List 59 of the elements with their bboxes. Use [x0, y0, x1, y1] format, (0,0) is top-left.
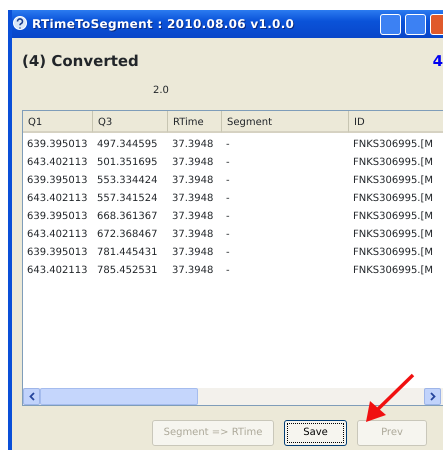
table-cell-text: - — [225, 156, 231, 170]
chevron-left-icon — [28, 392, 34, 400]
horizontal-scrollbar[interactable] — [23, 388, 443, 404]
column-header[interactable]: Segment — [222, 110, 349, 132]
table-cell-text: - — [225, 174, 231, 188]
chevron-right-icon — [430, 392, 436, 400]
minimize-button[interactable] — [380, 14, 401, 34]
table-cell-text: FNKS306995.[M — [352, 174, 434, 188]
table-cell-text: 785.452531 — [96, 264, 158, 278]
column-header[interactable]: Q1 — [23, 110, 93, 132]
table-cell-text: FNKS306995.[M — [352, 192, 434, 206]
table-cell-text: - — [225, 246, 231, 260]
scroll-left-button[interactable] — [23, 388, 40, 404]
table-cell-text: - — [225, 138, 231, 152]
table-cell-text: 643.402113 — [26, 156, 88, 170]
window-title: RTimeToSegment : 2010.08.06 v1.0.0 — [32, 16, 294, 33]
scroll-right-button[interactable] — [424, 388, 441, 404]
table-cell-text: 37.3948 — [171, 174, 214, 188]
scrollbar-thumb[interactable] — [40, 388, 198, 404]
table-cell-text: 37.3948 — [171, 228, 214, 242]
table-cell-text: 639.395013 — [26, 246, 88, 260]
column-header[interactable]: RTime — [168, 110, 222, 132]
table-cell-text: FNKS306995.[M — [352, 228, 434, 242]
column-header[interactable]: ID — [349, 110, 443, 132]
help-icon — [12, 16, 28, 32]
table-cell-text: - — [225, 192, 231, 206]
table-cell-text: 639.395013 — [26, 210, 88, 224]
maximize-button[interactable] — [405, 14, 426, 34]
table-cell-text: FNKS306995.[M — [352, 246, 434, 260]
table-cell-text: 37.3948 — [171, 264, 214, 278]
table-cell-text: 672.368467 — [96, 228, 158, 242]
table-cell-text: - — [225, 228, 231, 242]
table-cell-text: 639.395013 — [26, 138, 88, 152]
table-cell-text: 781.445431 — [96, 246, 158, 260]
step-number: 4 — [432, 51, 443, 72]
table-cell-text: 497.344595 — [96, 138, 158, 152]
version-label: 2.0 — [153, 84, 170, 98]
table-cell-text: FNKS306995.[M — [352, 156, 434, 170]
table-cell-text: 639.395013 — [26, 174, 88, 188]
table-cell-text: FNKS306995.[M — [352, 138, 434, 152]
table-cell-text: 553.334424 — [96, 174, 158, 188]
table-cell-text: 643.402113 — [26, 192, 88, 206]
action-button[interactable]: Save — [284, 420, 347, 446]
table-cell-text: 501.351695 — [96, 156, 158, 170]
table-cell-text: - — [225, 264, 231, 278]
table-cell-text: 37.3948 — [171, 246, 214, 260]
table-cell-text: FNKS306995.[M — [352, 210, 434, 224]
table-cell-text: 37.3948 — [171, 138, 214, 152]
table-cell-text: 37.3948 — [171, 192, 214, 206]
table-cell-text: 557.341524 — [96, 192, 158, 206]
table-cell-text: 668.361367 — [96, 210, 158, 224]
table-cell-text: 37.3948 — [171, 210, 214, 224]
table-cell-text: 37.3948 — [171, 156, 214, 170]
column-header[interactable]: Q3 — [93, 110, 168, 132]
table-cell-text: - — [225, 210, 231, 224]
step-heading: (4) Converted — [22, 51, 139, 72]
table-cell-text: 643.402113 — [26, 264, 88, 278]
table-cell-text: 643.402113 — [26, 228, 88, 242]
table-cell-text: FNKS306995.[M — [352, 264, 434, 278]
